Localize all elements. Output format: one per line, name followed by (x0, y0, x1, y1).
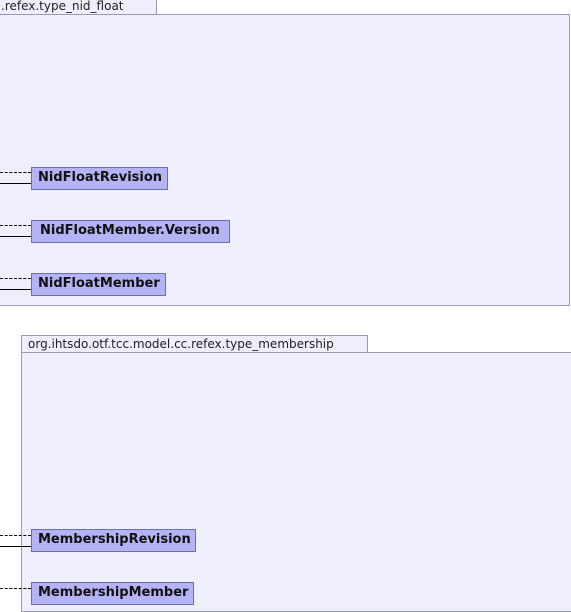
package-type-nid-float (0, 14, 570, 306)
package-tab-type-membership: org.ihtsdo.otf.tcc.model.cc.refex.type_m… (21, 335, 368, 353)
class-name: NidFloatMember.Version (40, 223, 220, 238)
association-line (0, 183, 31, 184)
dependency-line (0, 225, 31, 226)
dependency-line (0, 172, 31, 173)
association-line (0, 546, 31, 547)
class-name: MembershipRevision (38, 532, 191, 547)
class-nid-float-revision[interactable]: NidFloatRevision (31, 167, 168, 190)
package-tab-type-nid-float: .refex.type_nid_float (0, 0, 157, 14)
class-nid-float-member[interactable]: NidFloatMember (31, 273, 166, 296)
association-line (0, 289, 31, 290)
dependency-line (0, 278, 31, 279)
class-name: MembershipMember (38, 585, 189, 600)
class-name: NidFloatMember (38, 276, 160, 291)
class-membership-member[interactable]: MembershipMember (31, 582, 194, 605)
class-name: NidFloatRevision (38, 170, 163, 185)
class-nid-float-member-version[interactable]: NidFloatMember.Version (31, 220, 230, 243)
association-line (0, 236, 31, 237)
package-label-type-membership: org.ihtsdo.otf.tcc.model.cc.refex.type_m… (28, 337, 334, 351)
dependency-line (0, 588, 31, 589)
dependency-line (0, 535, 31, 536)
package-label-type-nid-float: .refex.type_nid_float (1, 0, 124, 13)
class-membership-revision[interactable]: MembershipRevision (31, 529, 196, 552)
package-type-membership (21, 352, 571, 612)
